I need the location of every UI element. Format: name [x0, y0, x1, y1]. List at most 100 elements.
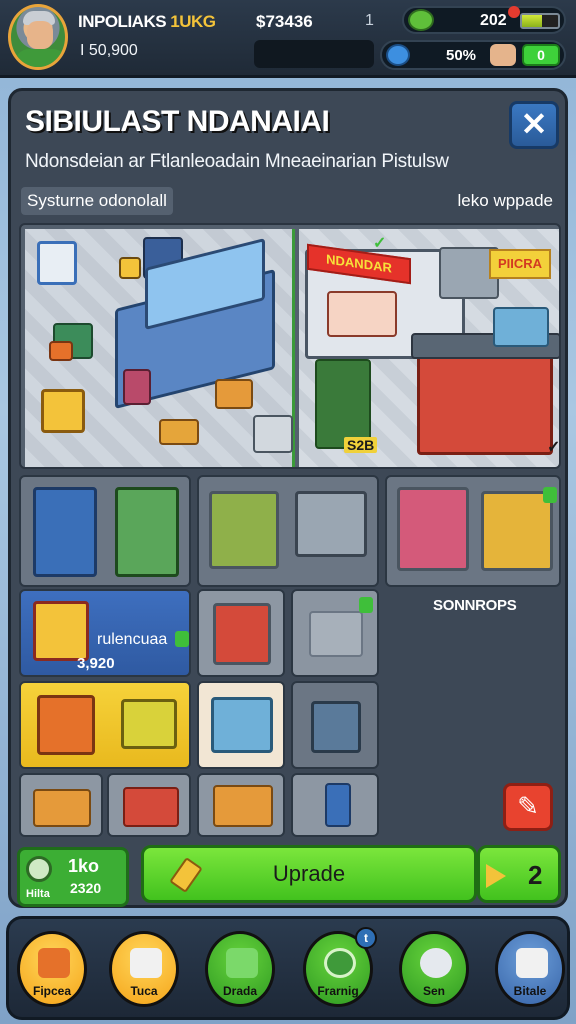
battery-bar [520, 13, 560, 29]
gem-icon [408, 9, 434, 31]
item-cell-small-cart[interactable] [197, 589, 285, 677]
nav-label: Bitale [513, 984, 547, 998]
system-label: Systurne odonolall [21, 187, 173, 215]
nav-item-fipcea[interactable]: Fipcea [17, 931, 87, 1007]
toolbox-icon [49, 341, 73, 361]
shelf-icon [123, 369, 151, 405]
scene-tag: S2B [344, 437, 378, 453]
scene-check-icon: ✓ [547, 439, 561, 456]
kiosk-icon [33, 487, 97, 577]
cart-red-icon [123, 787, 179, 827]
crates-icon [213, 785, 273, 827]
avatar-face [27, 21, 53, 49]
player-avatar[interactable] [8, 4, 68, 70]
tag-icon [119, 257, 141, 279]
crate-icon [215, 379, 253, 409]
cart-icon [33, 601, 89, 661]
scene-check-icon-top: ✓ [373, 235, 387, 252]
store-scene: NDANDAR PIICRA S2B ✓ ✓ [19, 223, 561, 469]
player-name-text: INPOLIAKS [78, 12, 167, 31]
percent-add-button[interactable]: 0 [522, 44, 560, 66]
empty-resource-slot [254, 40, 374, 68]
upgrade-button[interactable]: Uprade [141, 845, 477, 903]
pencil-icon [169, 856, 203, 894]
boxes-icon [33, 789, 91, 827]
sonndrods-label: SONNROPS [433, 597, 517, 614]
coin-icon [26, 856, 52, 882]
cost-box: 1ko 2320 Hilta [17, 847, 129, 907]
shop-sign-secondary: PIICRA [489, 249, 551, 279]
player-name-highlight: 1UKG [170, 12, 216, 31]
check-icon-2 [359, 597, 373, 613]
cash-icon [226, 948, 258, 978]
nav-label: Sen [422, 984, 445, 998]
nav-item-tuca[interactable]: Tuca [109, 931, 179, 1007]
alert-dot-icon [508, 6, 520, 18]
item-cell-carts[interactable] [197, 475, 379, 587]
nav-label: Tuca [130, 984, 158, 998]
item-cell-trolleys[interactable] [385, 475, 561, 587]
nav-label: Fipcea [32, 984, 71, 998]
nav-item-drada[interactable]: Drada [205, 931, 275, 1007]
item-cell-boxes[interactable] [19, 773, 103, 837]
display-case-icon [295, 491, 367, 557]
settings-tile [41, 389, 85, 433]
cap-icon [386, 44, 410, 66]
money-divider: 1 [365, 12, 374, 29]
oven-icon [253, 415, 293, 453]
vending-machine-icon [115, 487, 179, 577]
checkout-counter [417, 349, 553, 455]
produce-shelf [315, 359, 371, 449]
store-window [327, 291, 397, 337]
tool-button[interactable]: ✎ [503, 783, 553, 831]
nav-item-sen[interactable]: Sen [399, 931, 469, 1007]
locked-slot-icon [309, 611, 363, 657]
trolley-yellow-icon [481, 491, 553, 571]
scene-electronics-area[interactable] [25, 229, 295, 467]
upgrade-button-label: Uprade [272, 861, 346, 886]
close-button[interactable]: ✕ [509, 101, 559, 149]
box-icon [159, 419, 199, 445]
item-cell-kiosk[interactable] [19, 475, 191, 587]
register-icon [211, 697, 273, 753]
nav-label: Frarnig [317, 984, 359, 998]
nav-item-bitale[interactable]: Bitale [495, 931, 565, 1007]
percent-counter[interactable]: 50% 0 [380, 40, 566, 70]
shopping-cart-icon [209, 491, 279, 569]
item-cell-bin[interactable] [291, 681, 379, 769]
trolley-pink-icon [397, 487, 469, 571]
item-cell-cart-red[interactable] [107, 773, 191, 837]
item-cell-register[interactable] [197, 681, 285, 769]
phone-icon [325, 783, 351, 827]
item-cell-crates[interactable] [197, 773, 285, 837]
forklift-icon [121, 699, 177, 749]
gems-value: 202 [480, 12, 507, 29]
gems-counter[interactable]: 202 [402, 6, 566, 34]
small-cart-icon [213, 603, 271, 665]
notification-badge: t [355, 927, 377, 949]
machine-icon [37, 695, 95, 755]
bottom-nav: Fipcea Tuca Drada Frarnig t Sen Bitale [6, 916, 570, 1020]
pan-icon [420, 948, 452, 978]
bin-icon [311, 701, 361, 753]
next-level-button[interactable]: 2 [477, 845, 561, 903]
customer-face-icon [490, 44, 516, 66]
upgrade-hint-label: leko wppade [457, 191, 553, 210]
washer-icon [37, 241, 77, 285]
percent-value: 50% [446, 47, 477, 64]
battery-bar-fill [522, 15, 542, 27]
panel-subtitle: Ndonsdeian ar Ftlanleoadain Mneaeinarian… [25, 151, 449, 172]
next-level-number: 2 [528, 860, 543, 890]
player-subtitle: I 50,900 [80, 42, 138, 59]
item-cell-featured[interactable]: rulencuaa 3,920 [19, 589, 191, 677]
cost-line-1: 1ko [68, 856, 100, 876]
ring-icon [324, 948, 356, 978]
item-cell-locked[interactable] [291, 589, 379, 677]
item-cell-machines[interactable] [19, 681, 191, 769]
nav-label: Drada [222, 984, 257, 998]
panel-title: SIBIULAST NDANAIAI [25, 105, 330, 138]
avatar-shirt [15, 49, 65, 67]
upgrade-panel: SIBIULAST NDANAIAI ✕ Ndonsdeian ar Ftlan… [8, 88, 568, 908]
item-cell-phone[interactable] [291, 773, 379, 837]
money-counter: $73436 [256, 12, 313, 31]
